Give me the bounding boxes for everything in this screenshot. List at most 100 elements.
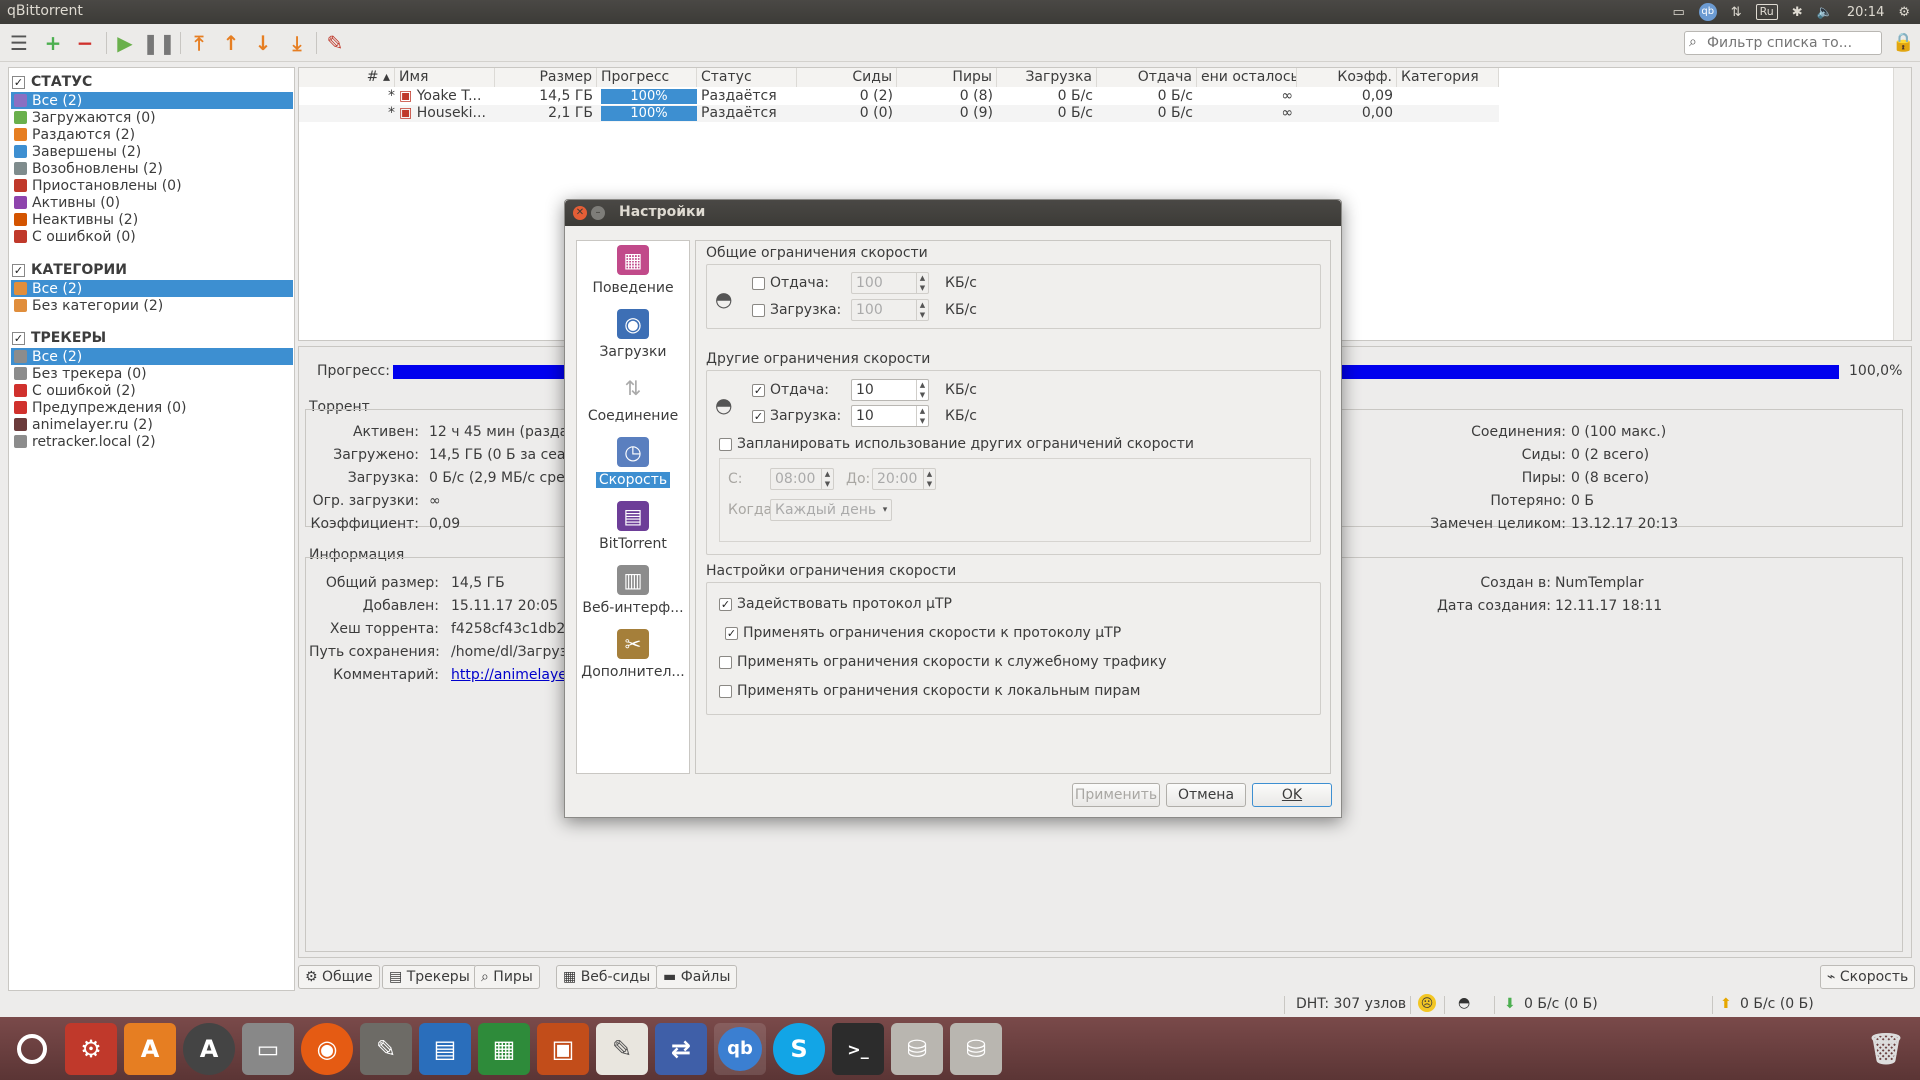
- tab-peers[interactable]: ⌕ Пиры: [474, 965, 540, 989]
- text-editor-icon[interactable]: ✎: [596, 1023, 648, 1075]
- col-status[interactable]: Статус: [697, 68, 797, 87]
- move-down-icon[interactable]: ↓: [250, 30, 276, 56]
- calc-icon[interactable]: ▦: [478, 1023, 530, 1075]
- global-upload-checkbox[interactable]: Отдача:: [752, 275, 829, 291]
- status-filter-item[interactable]: Активны (0): [11, 194, 293, 211]
- dialog-titlebar[interactable]: ✕ – Настройки: [565, 200, 1341, 226]
- qbittorrent-launcher-icon[interactable]: qb: [714, 1023, 766, 1075]
- comment-link[interactable]: http://animelaye: [451, 667, 567, 683]
- connection-status-icon[interactable]: ☹: [1418, 994, 1436, 1012]
- nav-bittorrent[interactable]: ▤ BitTorrent: [577, 501, 689, 561]
- status-filter-item[interactable]: Все (2): [11, 92, 293, 109]
- minimize-icon[interactable]: –: [591, 206, 605, 220]
- upload-rate[interactable]: 0 Б/с (0 Б): [1740, 996, 1814, 1012]
- keyboard-layout-indicator[interactable]: Ru: [1755, 4, 1778, 20]
- tab-webseeds[interactable]: ▦ Веб-сиды: [556, 965, 658, 989]
- writer-icon[interactable]: ▤: [419, 1023, 471, 1075]
- cancel-button[interactable]: Отмена: [1166, 783, 1246, 807]
- col-num[interactable]: # ▴: [299, 68, 395, 87]
- clock[interactable]: 20:14: [1847, 5, 1884, 20]
- nav-downloads[interactable]: ◉ Загрузки: [577, 309, 689, 369]
- nav-behavior[interactable]: ▦ Поведение: [577, 245, 689, 305]
- overhead-limit-checkbox[interactable]: Применять ограничения скорости к служебн…: [719, 654, 1166, 670]
- move-top-icon[interactable]: ⤒: [186, 30, 212, 56]
- skype-icon[interactable]: S: [773, 1023, 825, 1075]
- alt-upload-spinbox[interactable]: 10 ▲ ▼: [851, 379, 929, 401]
- software-center-icon[interactable]: A: [124, 1023, 176, 1075]
- tracker-filter-item[interactable]: Предупреждения (0): [11, 399, 293, 416]
- options-icon[interactable]: ✎: [322, 30, 348, 56]
- trackers-header[interactable]: ✓ ТРЕКЕРЫ: [12, 329, 106, 347]
- status-filter-item[interactable]: С ошибкой (0): [11, 228, 293, 245]
- category-filter-item[interactable]: Без категории (2): [11, 297, 293, 314]
- ok-button[interactable]: OK: [1252, 783, 1332, 807]
- remove-torrent-icon[interactable]: −: [72, 30, 98, 56]
- nav-advanced[interactable]: ✂ Дополнител...: [577, 629, 689, 689]
- bluetooth-icon[interactable]: ✱: [1792, 5, 1803, 20]
- lock-icon[interactable]: 🔒: [1892, 32, 1914, 53]
- status-filter-item[interactable]: Загружаются (0): [11, 109, 293, 126]
- status-toggle-checkbox[interactable]: ✓: [12, 75, 25, 89]
- alt-download-spinbox[interactable]: 10 ▲ ▼: [851, 405, 929, 427]
- schedule-from-time[interactable]: 08:00 ▲ ▼: [770, 468, 834, 490]
- table-scrollbar[interactable]: [1893, 68, 1911, 340]
- global-download-checkbox[interactable]: Загрузка:: [752, 302, 841, 318]
- col-size[interactable]: Размер: [495, 68, 597, 87]
- utp-enable-checkbox[interactable]: ✓ Задействовать протокол µTP: [719, 596, 952, 612]
- firefox-icon[interactable]: ◉: [301, 1023, 353, 1075]
- move-up-icon[interactable]: ↑: [218, 30, 244, 56]
- tracker-filter-item[interactable]: Все (2): [11, 348, 293, 365]
- pause-icon[interactable]: ❚❚: [142, 30, 176, 56]
- status-filter-item[interactable]: Неактивны (2): [11, 211, 293, 228]
- screen-icon[interactable]: ▭: [1672, 5, 1684, 20]
- gimp-icon[interactable]: ✎: [360, 1023, 412, 1075]
- trash-icon[interactable]: 🗑: [1860, 1023, 1912, 1075]
- global-upload-spinbox[interactable]: 100 ▲ ▼: [851, 272, 929, 294]
- schedule-when-select[interactable]: Каждый день ▾: [770, 499, 892, 521]
- tab-trackers[interactable]: ▤ Трекеры: [382, 965, 477, 989]
- schedule-checkbox[interactable]: Запланировать использование других огран…: [719, 436, 1194, 452]
- status-filter-item[interactable]: Раздаются (2): [11, 126, 293, 143]
- drive-2-icon[interactable]: ⛁: [950, 1023, 1002, 1075]
- resume-icon[interactable]: ▶: [112, 30, 138, 56]
- settings-gear-icon[interactable]: ⚙: [1898, 5, 1910, 20]
- alt-download-checkbox[interactable]: ✓ Загрузка:: [752, 408, 841, 424]
- tracker-filter-item[interactable]: С ошибкой (2): [11, 382, 293, 399]
- ubuntu-dash-icon[interactable]: [6, 1023, 58, 1075]
- utp-limit-checkbox[interactable]: ✓ Применять ограничения скорости к проток…: [725, 625, 1121, 641]
- col-name[interactable]: Имя: [395, 68, 495, 87]
- menu-icon[interactable]: ☰: [6, 30, 32, 56]
- nav-webui[interactable]: ▥ Веб-интерф...: [577, 565, 689, 625]
- status-filter-item[interactable]: Завершены (2): [11, 143, 293, 160]
- categories-toggle-checkbox[interactable]: ✓: [12, 263, 25, 277]
- col-ratio[interactable]: Коэфф.: [1297, 68, 1397, 87]
- col-seeds[interactable]: Сиды: [797, 68, 897, 87]
- tab-general[interactable]: ⚙ Общие: [298, 965, 380, 989]
- table-row[interactable]: * ▣ Yoake T... 14,5 ГБ Раздаётся 0 (2) 0 (8) 0…: [299, 88, 1499, 105]
- trackers-toggle-checkbox[interactable]: ✓: [12, 331, 25, 345]
- updater-icon[interactable]: A: [183, 1023, 235, 1075]
- filter-search-box[interactable]: ⌕: [1684, 31, 1882, 55]
- download-rate[interactable]: 0 Б/с (0 Б): [1524, 996, 1598, 1012]
- tab-files[interactable]: ▬ Файлы: [656, 965, 738, 989]
- category-filter-item[interactable]: Все (2): [11, 280, 293, 297]
- tracker-filter-item[interactable]: animelayer.ru (2): [11, 416, 293, 433]
- tracker-filter-item[interactable]: retracker.local (2): [11, 433, 293, 450]
- move-bottom-icon[interactable]: ⤓: [284, 30, 310, 56]
- network-manager-icon[interactable]: ⇄: [655, 1023, 707, 1075]
- status-filter-item[interactable]: Приостановлены (0): [11, 177, 293, 194]
- table-row[interactable]: * ▣ Houseki... 2,1 ГБ Раздаётся 0 (0) 0 (9) 0 …: [299, 105, 1499, 122]
- system-settings-icon[interactable]: ⚙: [65, 1023, 117, 1075]
- lan-limit-checkbox[interactable]: Применять ограничения скорости к локальн…: [719, 683, 1141, 699]
- apply-button[interactable]: Применить: [1072, 783, 1160, 807]
- nav-connection[interactable]: ⇅ Соединение: [577, 373, 689, 433]
- status-header[interactable]: ✓ СТАТУС: [12, 73, 92, 91]
- files-icon[interactable]: ▭: [242, 1023, 294, 1075]
- categories-header[interactable]: ✓ КАТЕГОРИИ: [12, 261, 127, 279]
- col-progress[interactable]: Прогресс: [597, 68, 697, 87]
- global-download-spinbox[interactable]: 100 ▲ ▼: [851, 299, 929, 321]
- status-filter-item[interactable]: Возобновлены (2): [11, 160, 293, 177]
- col-peers[interactable]: Пиры: [897, 68, 997, 87]
- terminal-icon[interactable]: >_: [832, 1023, 884, 1075]
- col-upload[interactable]: Отдача: [1097, 68, 1197, 87]
